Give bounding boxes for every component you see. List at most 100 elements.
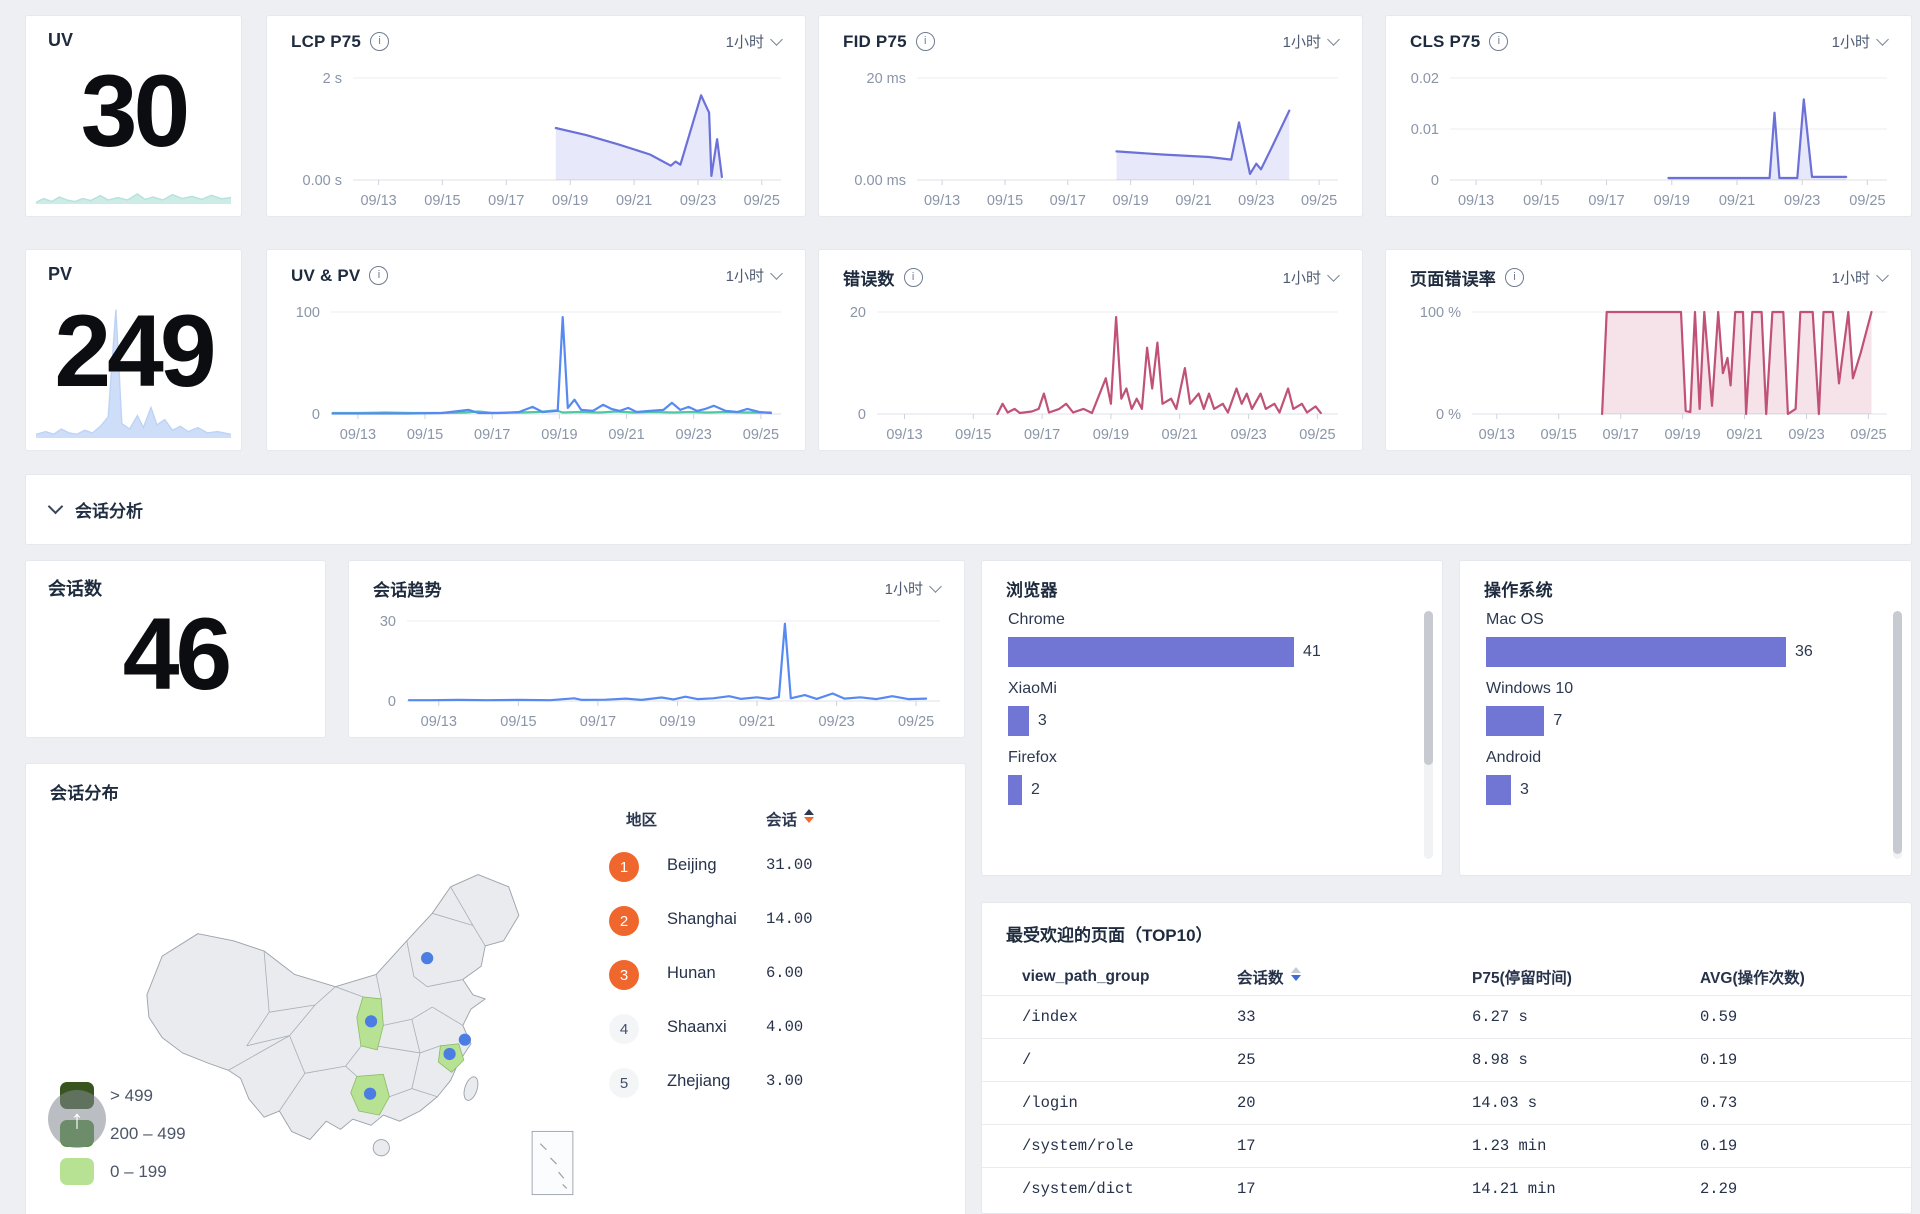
col-view-path-group[interactable]: view_path_group (1022, 968, 1237, 986)
interval-dropdown[interactable]: 1小时 (1283, 267, 1338, 288)
svg-text:09/17: 09/17 (474, 427, 510, 443)
svg-text:09/17: 09/17 (1050, 193, 1086, 209)
svg-text:09/13: 09/13 (1458, 193, 1494, 209)
interval-dropdown[interactable]: 1小时 (1832, 31, 1887, 52)
svg-text:09/19: 09/19 (659, 714, 695, 730)
svg-text:09/25: 09/25 (898, 714, 934, 730)
lcp-card: LCP P75 1小时 2 s0.00 s09/1309/1509/1709/1… (266, 15, 806, 217)
pv-kpi-card: PV 249 (25, 249, 242, 451)
session-column-header[interactable]: 会话 (766, 808, 814, 830)
session-trend-chart[interactable]: 30009/1309/1509/1709/1909/2109/2309/25 (349, 605, 960, 733)
interval-dropdown[interactable]: 1小时 (885, 578, 940, 599)
bar[interactable] (1486, 775, 1511, 805)
interval-dropdown[interactable]: 1小时 (1832, 267, 1887, 288)
bar-item[interactable]: Android3 (1460, 749, 1885, 805)
info-icon[interactable] (916, 32, 935, 51)
cls-chart[interactable]: 0.020.01009/1309/1509/1709/1909/2109/230… (1386, 62, 1907, 212)
sort-desc-icon (1291, 975, 1301, 981)
browser-bar-chart[interactable]: Chrome41 XiaoMi3 Firefox2 (982, 611, 1416, 818)
bar-item[interactable]: Windows 107 (1460, 680, 1885, 736)
china-map-svg (126, 844, 606, 1214)
region-sessions: 6.00 (766, 964, 803, 982)
uvpv-chart[interactable]: 100009/1309/1509/1709/1909/2109/2309/25 (267, 296, 801, 446)
cell-sessions: 17 (1237, 1137, 1472, 1155)
scroll-up-button[interactable] (48, 1090, 106, 1148)
bar[interactable] (1008, 775, 1022, 805)
svg-text:09/23: 09/23 (1230, 427, 1266, 443)
svg-text:09/13: 09/13 (924, 193, 960, 209)
info-icon[interactable] (1505, 268, 1524, 287)
svg-text:09/25: 09/25 (743, 427, 779, 443)
bar-value: 41 (1303, 643, 1321, 661)
info-icon[interactable] (904, 268, 923, 287)
bar-value: 3 (1038, 712, 1047, 730)
info-icon[interactable] (370, 32, 389, 51)
bar[interactable] (1008, 706, 1029, 736)
svg-text:30: 30 (380, 614, 396, 630)
svg-text:09/19: 09/19 (1664, 427, 1700, 443)
bar-item[interactable]: XiaoMi3 (982, 680, 1416, 736)
region-sessions: 31.00 (766, 856, 813, 874)
top-pages-card: 最受欢迎的页面（TOP10） view_path_group 会话数 P75(停… (981, 902, 1912, 1214)
col-avg-actions[interactable]: AVG(操作次数) (1700, 966, 1911, 988)
lcp-chart[interactable]: 2 s0.00 s09/1309/1509/1709/1909/2109/230… (267, 62, 801, 212)
svg-text:09/21: 09/21 (616, 193, 652, 209)
browser-card-title: 浏览器 (1006, 576, 1058, 601)
sort-control[interactable] (804, 809, 814, 823)
info-icon[interactable] (369, 266, 388, 285)
svg-text:100: 100 (296, 305, 320, 321)
interval-dropdown[interactable]: 1小时 (726, 265, 781, 286)
errors-chart[interactable]: 20009/1309/1509/1709/1909/2109/2309/25 (819, 296, 1358, 446)
bar-item[interactable]: Chrome41 (982, 611, 1416, 667)
svg-text:09/17: 09/17 (1603, 427, 1639, 443)
region-name: Hunan (667, 964, 716, 983)
chevron-down-icon (1327, 33, 1340, 46)
interval-dropdown[interactable]: 1小时 (726, 31, 781, 52)
svg-text:20: 20 (850, 305, 866, 321)
fid-chart[interactable]: 20 ms0.00 ms09/1309/1509/1709/1909/2109/… (819, 62, 1358, 212)
region-sessions: 14.00 (766, 910, 813, 928)
os-scrollbar[interactable] (1893, 611, 1902, 859)
bar[interactable] (1486, 637, 1786, 667)
rum-dashboard: UV 30 LCP P75 1小时 2 s0.00 s09/1309/1509/… (0, 0, 1920, 1214)
cell-p75: 14.03 s (1472, 1094, 1700, 1112)
cell-avg: 2.29 (1700, 1180, 1911, 1198)
svg-text:09/25: 09/25 (1849, 193, 1885, 209)
rank-badge: 1 (609, 852, 639, 882)
error-rate-chart[interactable]: 100 %0 %09/1309/1509/1709/1909/2109/2309… (1386, 296, 1907, 446)
bar[interactable] (1008, 637, 1294, 667)
errors-card: 错误数 1小时 20009/1309/1509/1709/1909/2109/2… (818, 249, 1363, 451)
sort-asc-icon (1291, 967, 1301, 973)
top-pages-header-row: view_path_group 会话数 P75(停留时间) AVG(操作次数) (982, 959, 1911, 995)
bar-label: Firefox (1008, 749, 1416, 767)
info-icon[interactable] (1489, 32, 1508, 51)
session-analysis-section-header[interactable]: 会话分析 (25, 474, 1912, 545)
china-map[interactable] (126, 844, 606, 1214)
os-card: 操作系统 Mac OS36Windows 107Android3 (1459, 560, 1912, 876)
region-name: Zhejiang (667, 1072, 730, 1091)
fid-card: FID P75 1小时 20 ms0.00 ms09/1309/1509/170… (818, 15, 1363, 217)
interval-dropdown[interactable]: 1小时 (1283, 31, 1338, 52)
cell-sessions: 25 (1237, 1051, 1472, 1069)
region-sessions: 3.00 (766, 1072, 803, 1090)
bar-item[interactable]: Mac OS36 (1460, 611, 1885, 667)
sort-control[interactable] (1291, 967, 1301, 981)
os-bar-chart[interactable]: Mac OS36 Windows 107 Android3 (1460, 611, 1885, 818)
browser-scrollbar[interactable] (1424, 611, 1433, 859)
region-row: 3 Hunan 6.00 (581, 948, 951, 1002)
col-p75-dwell[interactable]: P75(停留时间) (1472, 966, 1700, 988)
top-pages-rows: /index 33 6.27 s 0.59 / 25 8.98 s 0.19 /… (982, 995, 1911, 1210)
svg-text:09/13: 09/13 (886, 427, 922, 443)
region-sessions: 4.00 (766, 1018, 803, 1036)
region-column-header: 地区 (626, 808, 657, 830)
svg-text:09/15: 09/15 (500, 714, 536, 730)
bar[interactable] (1486, 706, 1544, 736)
cell-sessions: 20 (1237, 1094, 1472, 1112)
svg-text:09/13: 09/13 (1479, 427, 1515, 443)
svg-text:09/23: 09/23 (676, 427, 712, 443)
bar-label: Mac OS (1486, 611, 1885, 629)
col-sessions[interactable]: 会话数 (1237, 966, 1472, 988)
svg-text:0: 0 (388, 694, 396, 710)
cell-path: /system/dict (1022, 1180, 1237, 1198)
bar-item[interactable]: Firefox2 (982, 749, 1416, 805)
